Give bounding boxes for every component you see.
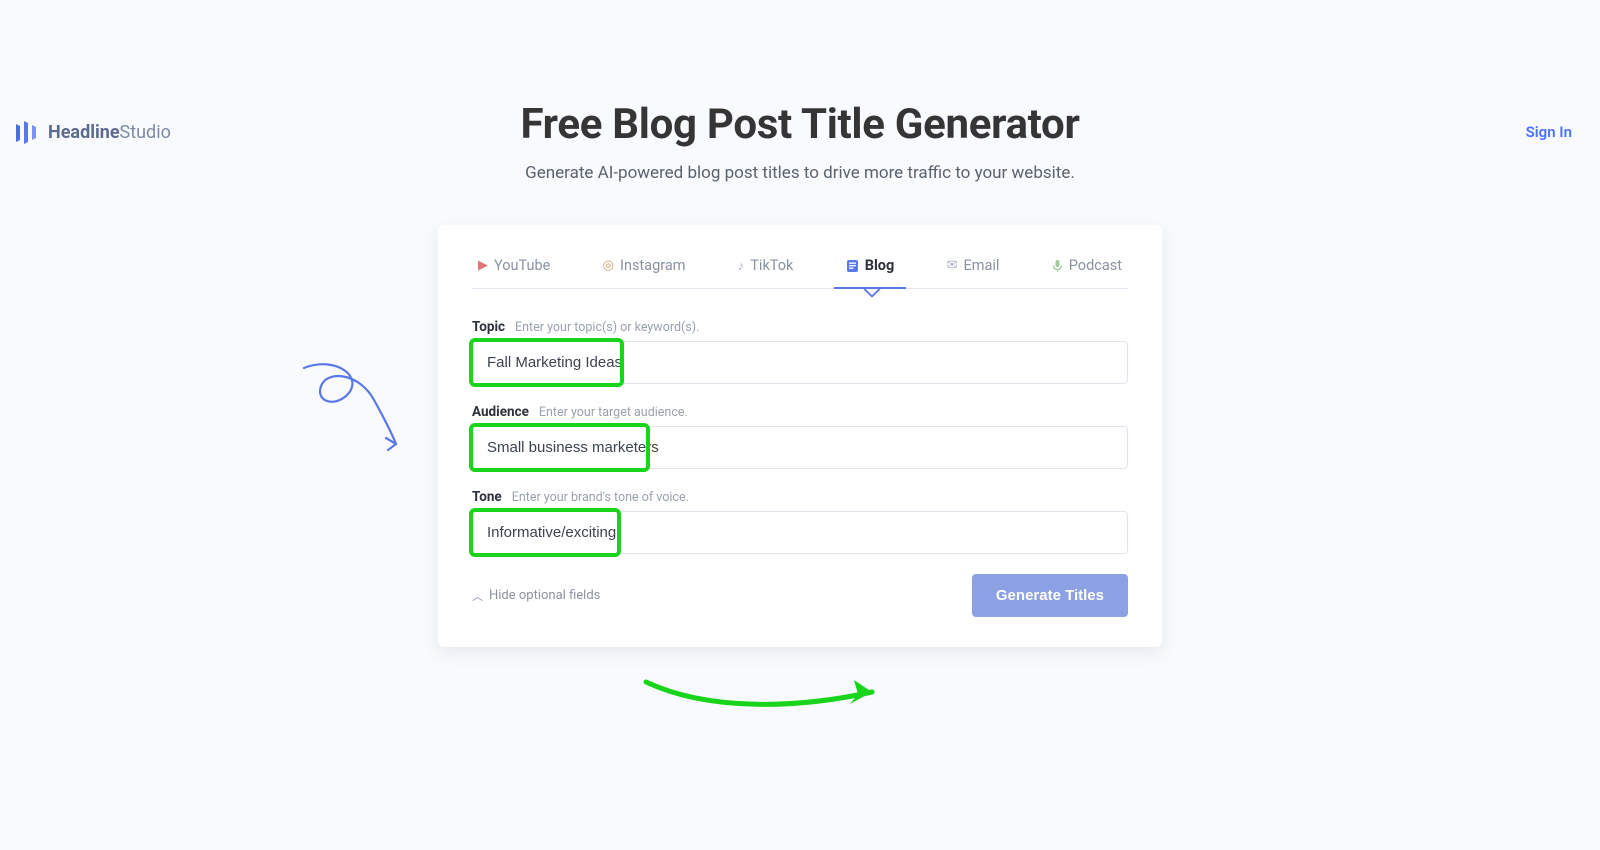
tone-hint: Enter your brand's tone of voice. [512, 490, 689, 505]
tab-podcast-label: Podcast [1069, 257, 1122, 274]
topic-field: Topic Enter your topic(s) or keyword(s). [472, 319, 1128, 384]
tab-email-label: Email [964, 257, 1000, 274]
tab-blog[interactable]: Blog [844, 251, 897, 288]
hide-optional-fields-toggle[interactable]: ︿ Hide optional fields [472, 588, 600, 604]
active-tab-caret [862, 278, 882, 298]
tone-input[interactable] [472, 511, 1128, 554]
form-footer: ︿ Hide optional fields Generate Titles [472, 574, 1128, 617]
topic-input[interactable] [472, 341, 1128, 384]
tab-podcast[interactable]: Podcast [1050, 251, 1124, 288]
podcast-icon [1052, 259, 1063, 273]
tab-tiktok[interactable]: ♪ TikTok [736, 251, 796, 288]
tab-youtube[interactable]: ▶ YouTube [476, 251, 552, 288]
blog-icon [846, 259, 859, 273]
topbar: HeadlineStudio Sign In [0, 100, 1600, 158]
generator-card: ▶ YouTube ◎ Instagram ♪ TikTok Blog ✉ Em… [438, 225, 1162, 647]
audience-hint: Enter your target audience. [539, 405, 688, 420]
tone-label: Tone [472, 489, 502, 505]
logo-icon [14, 118, 40, 146]
youtube-icon: ▶ [478, 258, 488, 273]
topic-label: Topic [472, 319, 505, 335]
annotation-arrow [640, 674, 900, 716]
content-type-tabs: ▶ YouTube ◎ Instagram ♪ TikTok Blog ✉ Em… [472, 243, 1128, 289]
audience-input[interactable] [472, 426, 1128, 469]
tab-email[interactable]: ✉ Email [945, 251, 1002, 288]
tone-field: Tone Enter your brand's tone of voice. [472, 489, 1128, 554]
brand-word-headline: Headline [48, 122, 120, 143]
email-icon: ✉ [947, 258, 958, 273]
tab-instagram-label: Instagram [620, 257, 685, 274]
instagram-icon: ◎ [603, 258, 614, 273]
signin-link[interactable]: Sign In [1526, 123, 1572, 141]
decorative-swirl-arrow [296, 360, 406, 460]
generate-titles-button[interactable]: Generate Titles [972, 574, 1128, 617]
tiktok-icon: ♪ [738, 258, 745, 274]
tab-instagram[interactable]: ◎ Instagram [601, 251, 688, 288]
audience-field: Audience Enter your target audience. [472, 404, 1128, 469]
tab-tiktok-label: TikTok [750, 257, 793, 274]
audience-label: Audience [472, 404, 529, 420]
brand-logo[interactable]: HeadlineStudio [14, 118, 171, 146]
tab-blog-label: Blog [865, 257, 895, 274]
tab-youtube-label: YouTube [494, 257, 550, 274]
brand-word-studio: Studio [120, 122, 171, 143]
page-subtitle: Generate AI-powered blog post titles to … [0, 163, 1600, 183]
topic-hint: Enter your topic(s) or keyword(s). [515, 320, 699, 335]
chevron-up-icon: ︿ [472, 588, 483, 604]
hide-optional-fields-label: Hide optional fields [489, 588, 600, 603]
